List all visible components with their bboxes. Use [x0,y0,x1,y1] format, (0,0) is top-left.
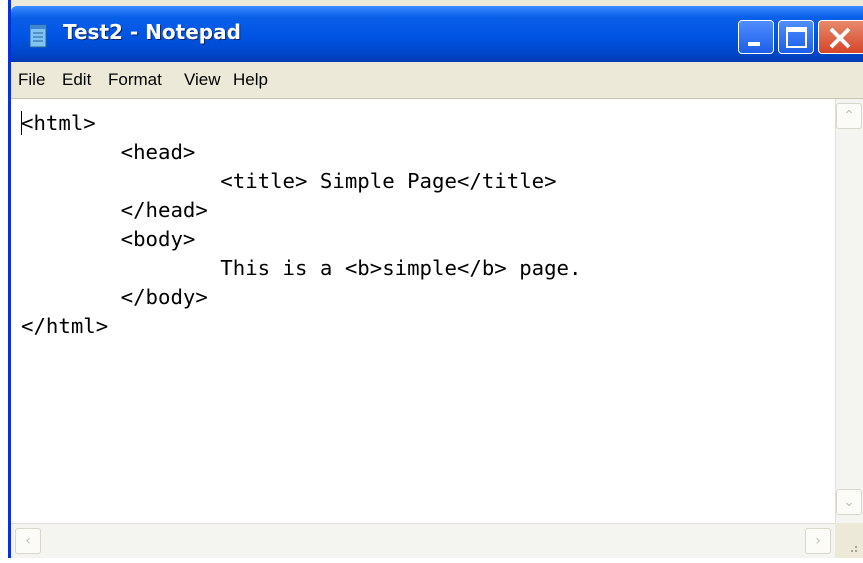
menu-help[interactable]: Help [233,70,268,90]
menu-format[interactable]: Format [108,70,162,90]
document-line: <body> [21,227,196,251]
document-line: This is a <b>simple</b> page. [21,256,582,280]
menu-file[interactable]: File [18,70,45,90]
close-button[interactable] [818,20,863,54]
document-line: <title> Simple Page</title> [21,169,557,193]
menu-view[interactable]: View [184,70,221,90]
document-text: <html> <head> <title> Simple Page</title… [21,109,581,341]
notepad-window: Test2 - Notepad File Edit Format View He… [8,0,863,558]
title-bar[interactable]: Test2 - Notepad [11,6,863,62]
scroll-up-button[interactable]: ⌃ [836,103,862,129]
vertical-scrollbar[interactable]: ⌃ ⌄ [835,99,863,523]
document-line: <head> [21,140,196,164]
menu-edit[interactable]: Edit [62,70,91,90]
maximize-icon [786,27,807,48]
minimize-button[interactable] [738,20,774,54]
chevron-up-icon: ⌃ [843,108,855,124]
chevron-left-icon: ‹ [25,533,31,549]
notepad-icon [29,24,47,48]
window-title: Test2 - Notepad [63,20,241,44]
menu-bar: File Edit Format View Help [11,62,863,99]
text-editor[interactable]: <html> <head> <title> Simple Page</title… [11,99,863,523]
maximize-button[interactable] [778,20,814,54]
resize-grip-icon [851,546,857,552]
scroll-right-button[interactable]: › [805,528,831,554]
document-line: </head> [21,198,208,222]
chevron-right-icon: › [815,533,821,549]
text-caret [21,111,22,135]
document-line: <html> [21,111,96,135]
minimize-icon [748,42,760,46]
chevron-down-icon: ⌄ [843,494,855,510]
close-icon [829,27,851,49]
scroll-down-button[interactable]: ⌄ [836,489,862,515]
resize-grip[interactable] [835,523,863,558]
document-line: </html> [21,314,109,338]
scroll-left-button[interactable]: ‹ [15,528,41,554]
horizontal-scrollbar[interactable]: ‹ › [11,523,835,558]
document-line: </body> [21,285,208,309]
